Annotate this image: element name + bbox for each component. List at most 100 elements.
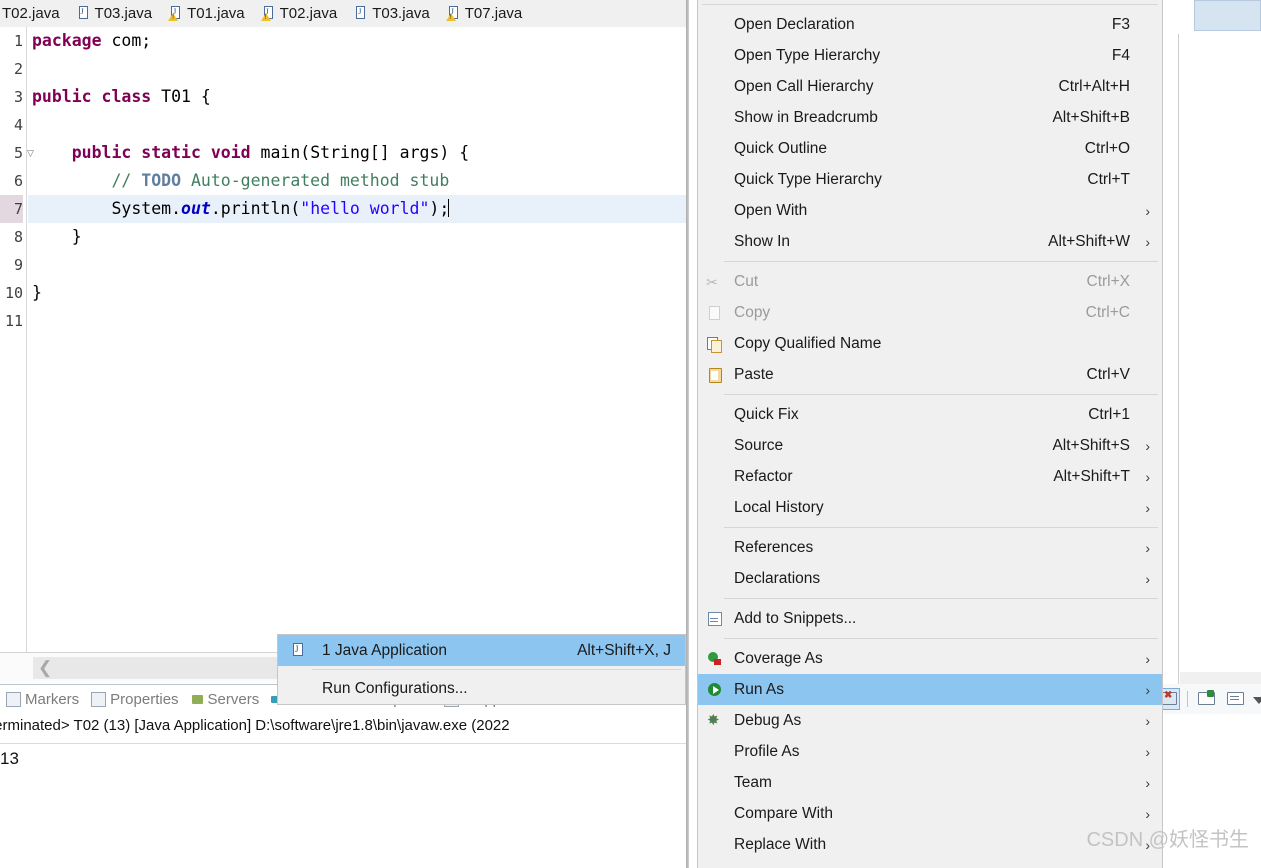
menu-item[interactable]: Quick Type HierarchyCtrl+T›: [698, 164, 1162, 195]
editor-tab-label: T03.java: [372, 5, 430, 22]
pane-divider[interactable]: [686, 0, 689, 868]
menu-item[interactable]: Profile As ›: [698, 736, 1162, 767]
code-line[interactable]: [28, 251, 686, 279]
menu-item-label: Show In: [734, 232, 791, 250]
menu-item-shortcut: Alt+Shift+W: [1048, 232, 1130, 250]
java-file-warning-icon: J!: [168, 6, 182, 21]
submenu-item-label: Run Configurations...: [322, 679, 468, 697]
menu-item[interactable]: Debug As ›: [698, 705, 1162, 736]
line-number: 3: [13, 88, 23, 106]
line-number: 8: [13, 228, 23, 246]
menu-item[interactable]: Open Type HierarchyF4›: [698, 40, 1162, 71]
menu-item-label: Replace With: [734, 835, 827, 853]
code-line[interactable]: package com;: [28, 27, 686, 55]
menu-item[interactable]: Add to Snippets...›: [698, 603, 1162, 634]
status-strip: [1180, 672, 1261, 684]
code-lines[interactable]: package com; public class T01 { public st…: [28, 27, 686, 335]
code-line[interactable]: [28, 55, 686, 83]
menu-item-label: Source: [734, 436, 784, 454]
menu-item-label: Local History: [734, 498, 824, 516]
menu-separator: [724, 394, 1158, 395]
menu-item-label: Open With: [734, 201, 808, 219]
java-file-icon: J: [77, 6, 90, 21]
editor-context-menu[interactable]: Open Declaration F3 › Open Type Hierarchy F4…: [697, 0, 1163, 868]
line-number-gutter: 1 2 3 4 5 6 7 8 9 10 11: [0, 27, 27, 657]
java-file-warning-icon: J!: [260, 6, 275, 21]
submenu-chevron-icon: ›: [1145, 499, 1150, 516]
debug-as-icon: [706, 713, 723, 729]
submenu-item[interactable]: Run Configurations...: [278, 673, 685, 704]
menu-separator: [724, 638, 1158, 639]
menu-item[interactable]: Team ›: [698, 767, 1162, 798]
code-line[interactable]: System.out.println("hello world");: [28, 195, 686, 223]
submenu-item-label: 1 Java Application: [322, 641, 447, 659]
menu-item-shortcut: Ctrl+T: [1087, 170, 1130, 188]
editor-tab[interactable]: J! T07.java: [439, 0, 532, 27]
bottom-view-tab-label: Markers: [25, 690, 80, 708]
code-editor[interactable]: 1 2 3 4 5 6 7 8 9 10 11 ▽ package com; public class…: [0, 27, 686, 657]
menu-item-shortcut: Alt+Shift+S: [1052, 436, 1130, 454]
menu-item[interactable]: Open With ›: [698, 195, 1162, 226]
submenu-item[interactable]: J 1 Java Application Alt+Shift+X, J: [278, 635, 685, 666]
display-selected-console-icon[interactable]: [1224, 689, 1246, 709]
menu-item[interactable]: Open DeclarationF3›: [698, 9, 1162, 40]
scroll-left-icon[interactable]: ❮: [38, 658, 52, 678]
view-menu-chevron-icon[interactable]: [1253, 696, 1261, 704]
outline-chevron-box[interactable]: » г: [1194, 0, 1261, 31]
markers-icon: [6, 691, 21, 707]
editor-tab[interactable]: T02.java: [0, 0, 69, 27]
editor-tab[interactable]: J T03.java: [346, 0, 439, 27]
menu-item-label: Quick Outline: [734, 139, 828, 157]
editor-tab-label: T02.java: [279, 5, 338, 22]
menu-item[interactable]: PasteCtrl+V›: [698, 359, 1162, 390]
menu-item[interactable]: Coverage As ›: [698, 643, 1162, 674]
pin-console-icon[interactable]: [1195, 689, 1217, 709]
menu-item[interactable]: Run As ›: [698, 674, 1162, 705]
menu-item[interactable]: Refactor Alt+Shift+T ›: [698, 461, 1162, 492]
bottom-view-tab[interactable]: Markers: [0, 686, 85, 712]
menu-item[interactable]: Source Alt+Shift+S ›: [698, 430, 1162, 461]
menu-item[interactable]: References ›: [698, 532, 1162, 563]
menu-item-shortcut: Alt+Shift+T: [1053, 467, 1130, 485]
menu-item-shortcut: F4: [1111, 46, 1130, 64]
submenu-chevron-icon: ›: [1145, 650, 1150, 667]
menu-item[interactable]: Show In Alt+Shift+W ›: [698, 226, 1162, 257]
menu-item[interactable]: Local History ›: [698, 492, 1162, 523]
menu-item-label: Coverage As: [734, 649, 823, 667]
bottom-view-tab[interactable]: Servers: [185, 686, 266, 712]
menu-item-shortcut: F3: [1111, 15, 1130, 33]
menu-item-label: Cut: [734, 272, 759, 290]
menu-item[interactable]: Validate›: [698, 860, 1162, 868]
right-pane-border: [1178, 0, 1179, 700]
editor-tab[interactable]: J! T01.java: [161, 0, 254, 27]
run-as-submenu[interactable]: J 1 Java Application Alt+Shift+X, J Run Con…: [277, 634, 686, 705]
menu-item[interactable]: Declarations ›: [698, 563, 1162, 594]
submenu-chevron-icon: ›: [1145, 539, 1150, 556]
console-view-toolbar[interactable]: ✖: [1152, 684, 1261, 714]
menu-item[interactable]: Quick OutlineCtrl+O›: [698, 133, 1162, 164]
properties-icon: [91, 691, 107, 707]
line-number: 5: [13, 144, 23, 162]
menu-item-label: Open Type Hierarchy: [734, 46, 881, 64]
code-line[interactable]: }: [28, 223, 686, 251]
code-line[interactable]: [28, 307, 686, 335]
code-line[interactable]: // TODO Auto-generated method stub: [28, 167, 686, 195]
bottom-view-tab[interactable]: Properties: [85, 686, 184, 712]
code-line[interactable]: [28, 111, 686, 139]
editor-tab[interactable]: J! T02.java: [254, 0, 347, 27]
menu-item-label: Open Call Hierarchy: [734, 77, 874, 95]
menu-item[interactable]: Show in BreadcrumbAlt+Shift+B›: [698, 102, 1162, 133]
code-line[interactable]: public class T01 {: [28, 83, 686, 111]
editor-tab-bar[interactable]: T02.java J T03.java J! T01.java J! T02.java J T0…: [0, 0, 686, 28]
menu-item-label: Quick Fix: [734, 405, 799, 423]
menu-item[interactable]: Open Call HierarchyCtrl+Alt+H›: [698, 71, 1162, 102]
code-line[interactable]: public static void main(String[] args) {: [28, 139, 686, 167]
editor-tab-label: T07.java: [464, 5, 523, 22]
code-line[interactable]: }: [28, 279, 686, 307]
bottom-view-panel: MarkersPropertiesServersData Source Expl…: [0, 684, 686, 868]
menu-item-label: Paste: [734, 365, 774, 383]
editor-tab-label: T01.java: [187, 5, 245, 22]
menu-item[interactable]: Quick FixCtrl+1›: [698, 399, 1162, 430]
menu-item[interactable]: Copy Qualified Name›: [698, 328, 1162, 359]
editor-tab[interactable]: J T03.java: [69, 0, 162, 27]
